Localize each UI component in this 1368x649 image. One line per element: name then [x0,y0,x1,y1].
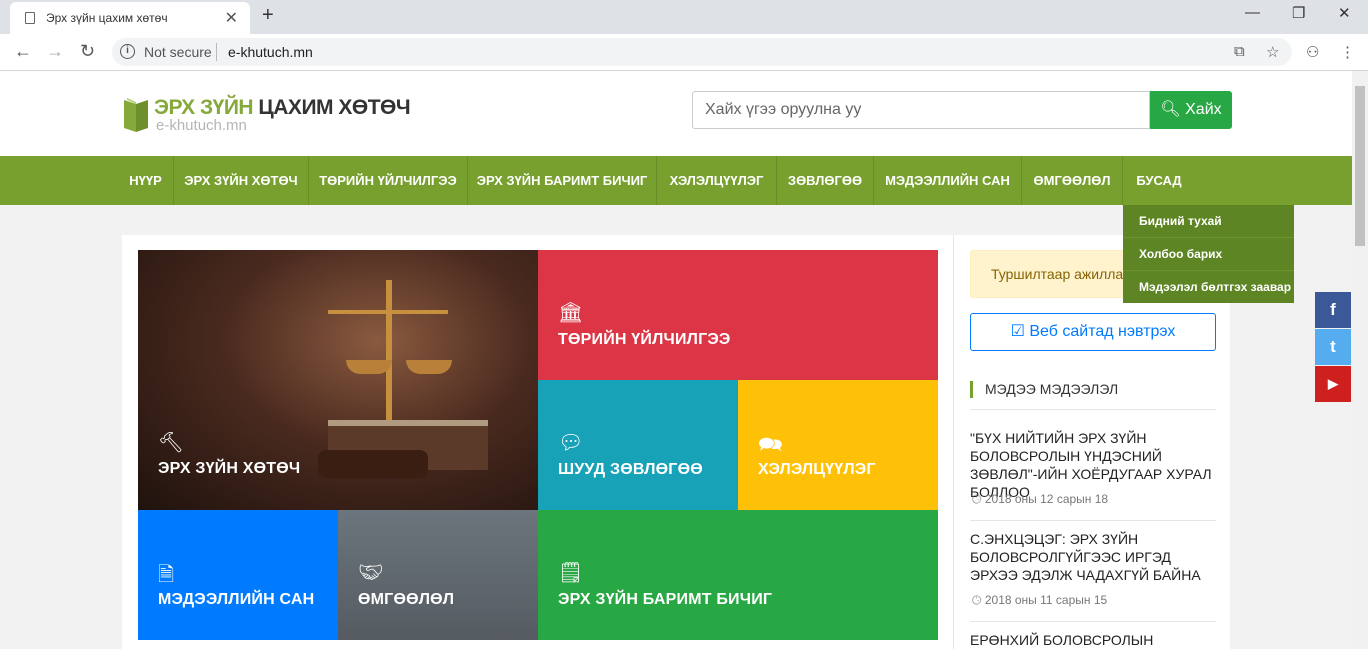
nav-item-defense[interactable]: ӨМГӨӨЛӨЛ [1022,156,1123,205]
menu-dots-icon[interactable]: ⋮ [1340,43,1355,61]
search-button[interactable]: 🔍︎ Хайх [1150,91,1232,129]
news-heading: МЭДЭЭ МЭДЭЭЛЭЛ [970,381,1118,398]
tile-database-label: МЭДЭЭЛЛИЙН САН [158,591,315,608]
page-icon [25,12,35,24]
tile-state-service[interactable]: 🏛︎ ТӨРИЙН ҮЙЛЧИЛГЭЭ [538,250,938,380]
nav-item-law-guide[interactable]: ЭРХ ЗҮЙН ХӨТӨЧ [174,156,309,205]
reload-icon[interactable]: ↻ [80,41,95,62]
document-icon: 🗒︎ [558,562,584,584]
nav-item-legal-docs[interactable]: ЭРХ ЗҮЙН БАРИМТ БИЧИГ [468,156,657,205]
browser-tab[interactable]: Эрх зүйн цахим хөтөч ✕ [10,2,250,34]
book-logo-icon [124,98,148,132]
news-item-title[interactable]: ЕРӨНХИЙ БОЛОВСРОЛЫН СУРГУУЛИЙН [970,631,1216,649]
dropdown-item-contact[interactable]: Холбоо барих [1123,237,1294,270]
nav-item-database[interactable]: МЭДЭЭЛЛИЙН САН [874,156,1022,205]
tile-legal-docs[interactable]: 🗒︎ ЭРХ ЗҮЙН БАРИМТ БИЧИГ [538,510,938,640]
clock-icon: 🕓︎ [972,593,982,607]
search-input[interactable] [692,91,1150,129]
tile-defense[interactable]: 🤝︎ ӨМГӨӨЛӨЛ [338,510,538,640]
scale-pan-image [346,360,392,374]
other-dropdown-menu: Бидний тухай Холбоо барих Мэдээлэл бөлтг… [1123,205,1294,303]
comment-dots-icon: 💬︎ [558,432,584,454]
youtube-icon[interactable]: ▶ [1315,366,1351,402]
scale-image [386,280,392,430]
news-divider [970,621,1216,622]
news-item-title[interactable]: С.ЭНХЦЭЦЭГ: ЭРХ ЗҮЙН БОЛОВСРОЛГҮЙГЭЭС ИР… [970,530,1216,584]
pdf-file-icon: 🗎︎ [158,564,175,586]
close-window-button[interactable]: ✕ [1338,4,1351,22]
maximize-button[interactable]: ❐ [1292,4,1305,22]
tile-legal-docs-label: ЭРХ ЗҮЙН БАРИМТ БИЧИГ [558,591,773,608]
scale-pan-image [406,360,452,374]
nav-item-advice[interactable]: ЗӨВЛӨГӨӨ [777,156,874,205]
news-date-text: 2018 оны 11 сарын 15 [984,593,1108,607]
nav-item-other[interactable]: БУСАД [1123,156,1195,205]
search-icon: 🔍︎ [1160,101,1181,118]
tile-discussion-label: ХЭЛЭЛЦҮҮЛЭГ [758,461,876,478]
browser-toolbar: ← → ↻ i Not secure e-khutuch.mn ⧉ ☆ ⚇ ⋮ [0,34,1368,71]
extension-icon[interactable]: ⚇ [1306,43,1319,61]
twitter-icon[interactable]: t [1315,329,1351,365]
tile-live-advice[interactable]: 💬︎ ШУУД ЗӨВЛӨГӨӨ [538,380,738,510]
nav-item-discussion[interactable]: ХЭЛЭЛЦҮҮЛЭГ [657,156,777,205]
login-button[interactable]: ☑ Веб сайтад нэвтрэх [970,313,1216,351]
news-divider [970,520,1216,521]
logo-subtitle: e-khutuch.mn [156,117,247,134]
search-button-label: Хайх [1185,101,1222,118]
address-separator [216,43,217,61]
web-page: ЭРХ ЗҮЙН ЦАХИМ ХӨТӨЧ e-khutuch.mn 🔍︎ Хай… [0,71,1352,649]
tab-title: Эрх зүйн цахим хөтөч [46,11,168,25]
tile-defense-label: ӨМГӨӨЛӨЛ [358,591,455,608]
bookmark-star-icon[interactable]: ☆ [1266,43,1279,61]
minimize-button[interactable]: — [1245,4,1260,21]
clock-icon: 🕓︎ [972,492,982,506]
nav-item-home[interactable]: НҮҮР [118,156,174,205]
tile-law-guide-label: ЭРХ ЗҮЙН ХӨТӨЧ [158,460,301,477]
new-tab-button[interactable]: + [262,4,274,27]
scrollbar-thumb[interactable] [1355,86,1365,246]
forward-arrow-icon[interactable]: → [46,41,64,62]
close-tab-icon[interactable]: ✕ [225,8,238,28]
url-text[interactable]: e-khutuch.mn [228,44,313,60]
logo-dark-text: ЦАХИМ ХӨТӨЧ [253,96,411,119]
security-label: Not secure [144,44,212,60]
news-item-date: 🕓︎ 2018 оны 11 сарын 15 [972,593,1107,608]
tile-law-guide[interactable]: 🔨︎ ЭРХ ЗҮЙН ХӨТӨЧ [138,250,538,510]
address-bar[interactable]: i Not secure e-khutuch.mn [112,38,1292,66]
handshake-icon: 🤝︎ [358,562,384,584]
gavel-image [318,450,428,478]
news-date-text: 2018 оны 12 сарын 18 [984,492,1109,506]
translate-icon[interactable]: ⧉ [1234,43,1245,60]
tile-discussion[interactable]: 🗪︎ ХЭЛЭЛЦҮҮЛЭГ [738,380,938,510]
main-nav: НҮҮР ЭРХ ЗҮЙН ХӨТӨЧ ТӨРИЙН ҮЙЛЧИЛГЭЭ ЭРХ… [0,156,1352,205]
site-header: ЭРХ ЗҮЙН ЦАХИМ ХӨТӨЧ e-khutuch.mn 🔍︎ Хай… [0,71,1352,156]
news-divider [970,409,1216,410]
login-button-label: Веб сайтад нэвтрэх [1029,323,1176,340]
institution-icon: 🏛︎ [558,302,584,324]
nav-item-state-service[interactable]: ТӨРИЙН ҮЙЛЧИЛГЭЭ [309,156,468,205]
logo-green-text: ЭРХ ЗҮЙН [154,96,254,119]
check-square-icon: ☑ [1010,323,1025,340]
tile-database[interactable]: 🗎︎ МЭДЭЭЛЛИЙН САН [138,510,338,640]
sidebar-divider [953,235,954,649]
gavel-icon: 🔨︎ [158,432,184,454]
back-arrow-icon[interactable]: ← [14,41,32,62]
news-item-title[interactable]: "БҮХ НИЙТИЙН ЭРХ ЗҮЙН БОЛОВСРОЛЫН ҮНДЭСН… [970,429,1216,501]
news-item-date: 🕓︎ 2018 оны 12 сарын 18 [972,492,1108,507]
browser-tabstrip: Эрх зүйн цахим хөтөч ✕ + — ❐ ✕ [0,0,1368,34]
tile-state-service-label: ТӨРИЙН ҮЙЛЧИЛГЭЭ [558,331,731,348]
comments-icon: 🗪︎ [758,434,783,456]
facebook-icon[interactable]: f [1315,292,1351,328]
info-icon[interactable]: i [120,44,135,59]
tile-live-advice-label: ШУУД ЗӨВЛӨГӨӨ [558,461,703,478]
dropdown-item-about[interactable]: Бидний тухай [1123,205,1294,238]
scale-bar-image [328,310,448,314]
dropdown-item-instructions[interactable]: Мэдээлэл бөлтгэх заавар [1123,270,1294,303]
